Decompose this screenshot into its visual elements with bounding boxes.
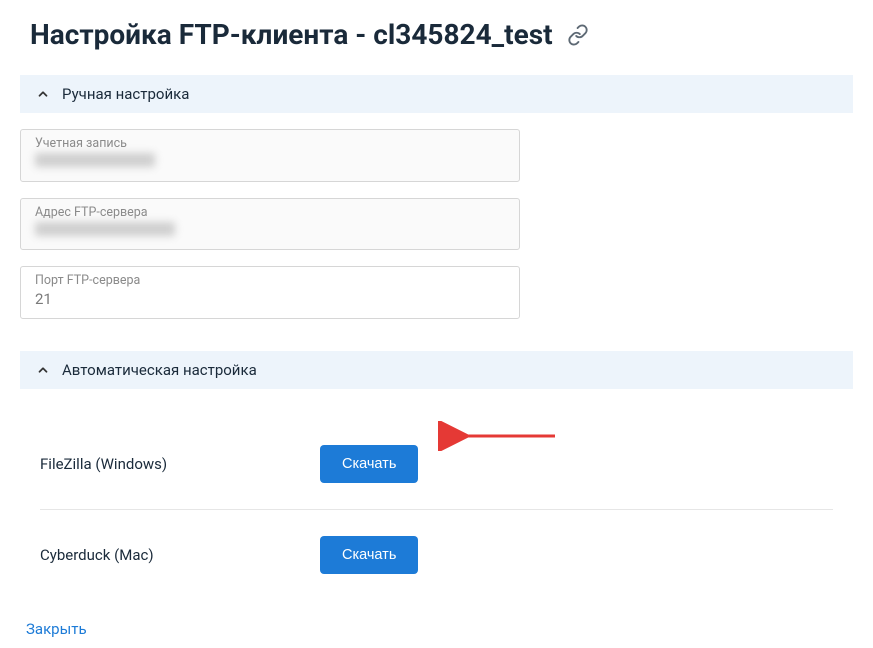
field-label: Адрес FTP-сервера — [35, 205, 505, 220]
section-header-auto[interactable]: Автоматическая настройка — [20, 351, 853, 389]
field-value — [35, 153, 505, 173]
auto-row-filezilla: FileZilla (Windows) Скачать — [40, 419, 833, 510]
section-label: Ручная настройка — [62, 85, 189, 103]
auto-download-list: FileZilla (Windows) Скачать Cyberduck (M… — [20, 389, 853, 600]
close-link[interactable]: Закрыть — [20, 600, 853, 648]
page-title: Настройка FTP-клиента - cl345824_test — [20, 0, 853, 75]
field-label: Учетная запись — [35, 136, 505, 151]
field-label: Порт FTP-сервера — [35, 273, 505, 288]
section-header-manual[interactable]: Ручная настройка — [20, 75, 853, 113]
field-value — [35, 222, 505, 242]
redacted-value — [35, 153, 155, 167]
download-filezilla-button[interactable]: Скачать — [320, 445, 418, 483]
permalink-icon[interactable] — [567, 24, 589, 46]
server-address-field: Адрес FTP-сервера — [20, 198, 520, 251]
auto-row-cyberduck: Cyberduck (Mac) Скачать — [40, 510, 833, 600]
redacted-value — [35, 222, 175, 236]
port-field: Порт FTP-сервера 21 — [20, 266, 520, 319]
chevron-up-icon — [36, 363, 50, 377]
field-value: 21 — [35, 290, 505, 310]
chevron-up-icon — [36, 87, 50, 101]
account-field: Учетная запись — [20, 129, 520, 182]
section-label: Автоматическая настройка — [62, 361, 257, 379]
page-title-text: Настройка FTP-клиента - cl345824_test — [30, 18, 553, 51]
auto-item-name: Cyberduck (Mac) — [40, 546, 320, 564]
download-cyberduck-button[interactable]: Скачать — [320, 536, 418, 574]
auto-item-name: FileZilla (Windows) — [40, 455, 320, 473]
